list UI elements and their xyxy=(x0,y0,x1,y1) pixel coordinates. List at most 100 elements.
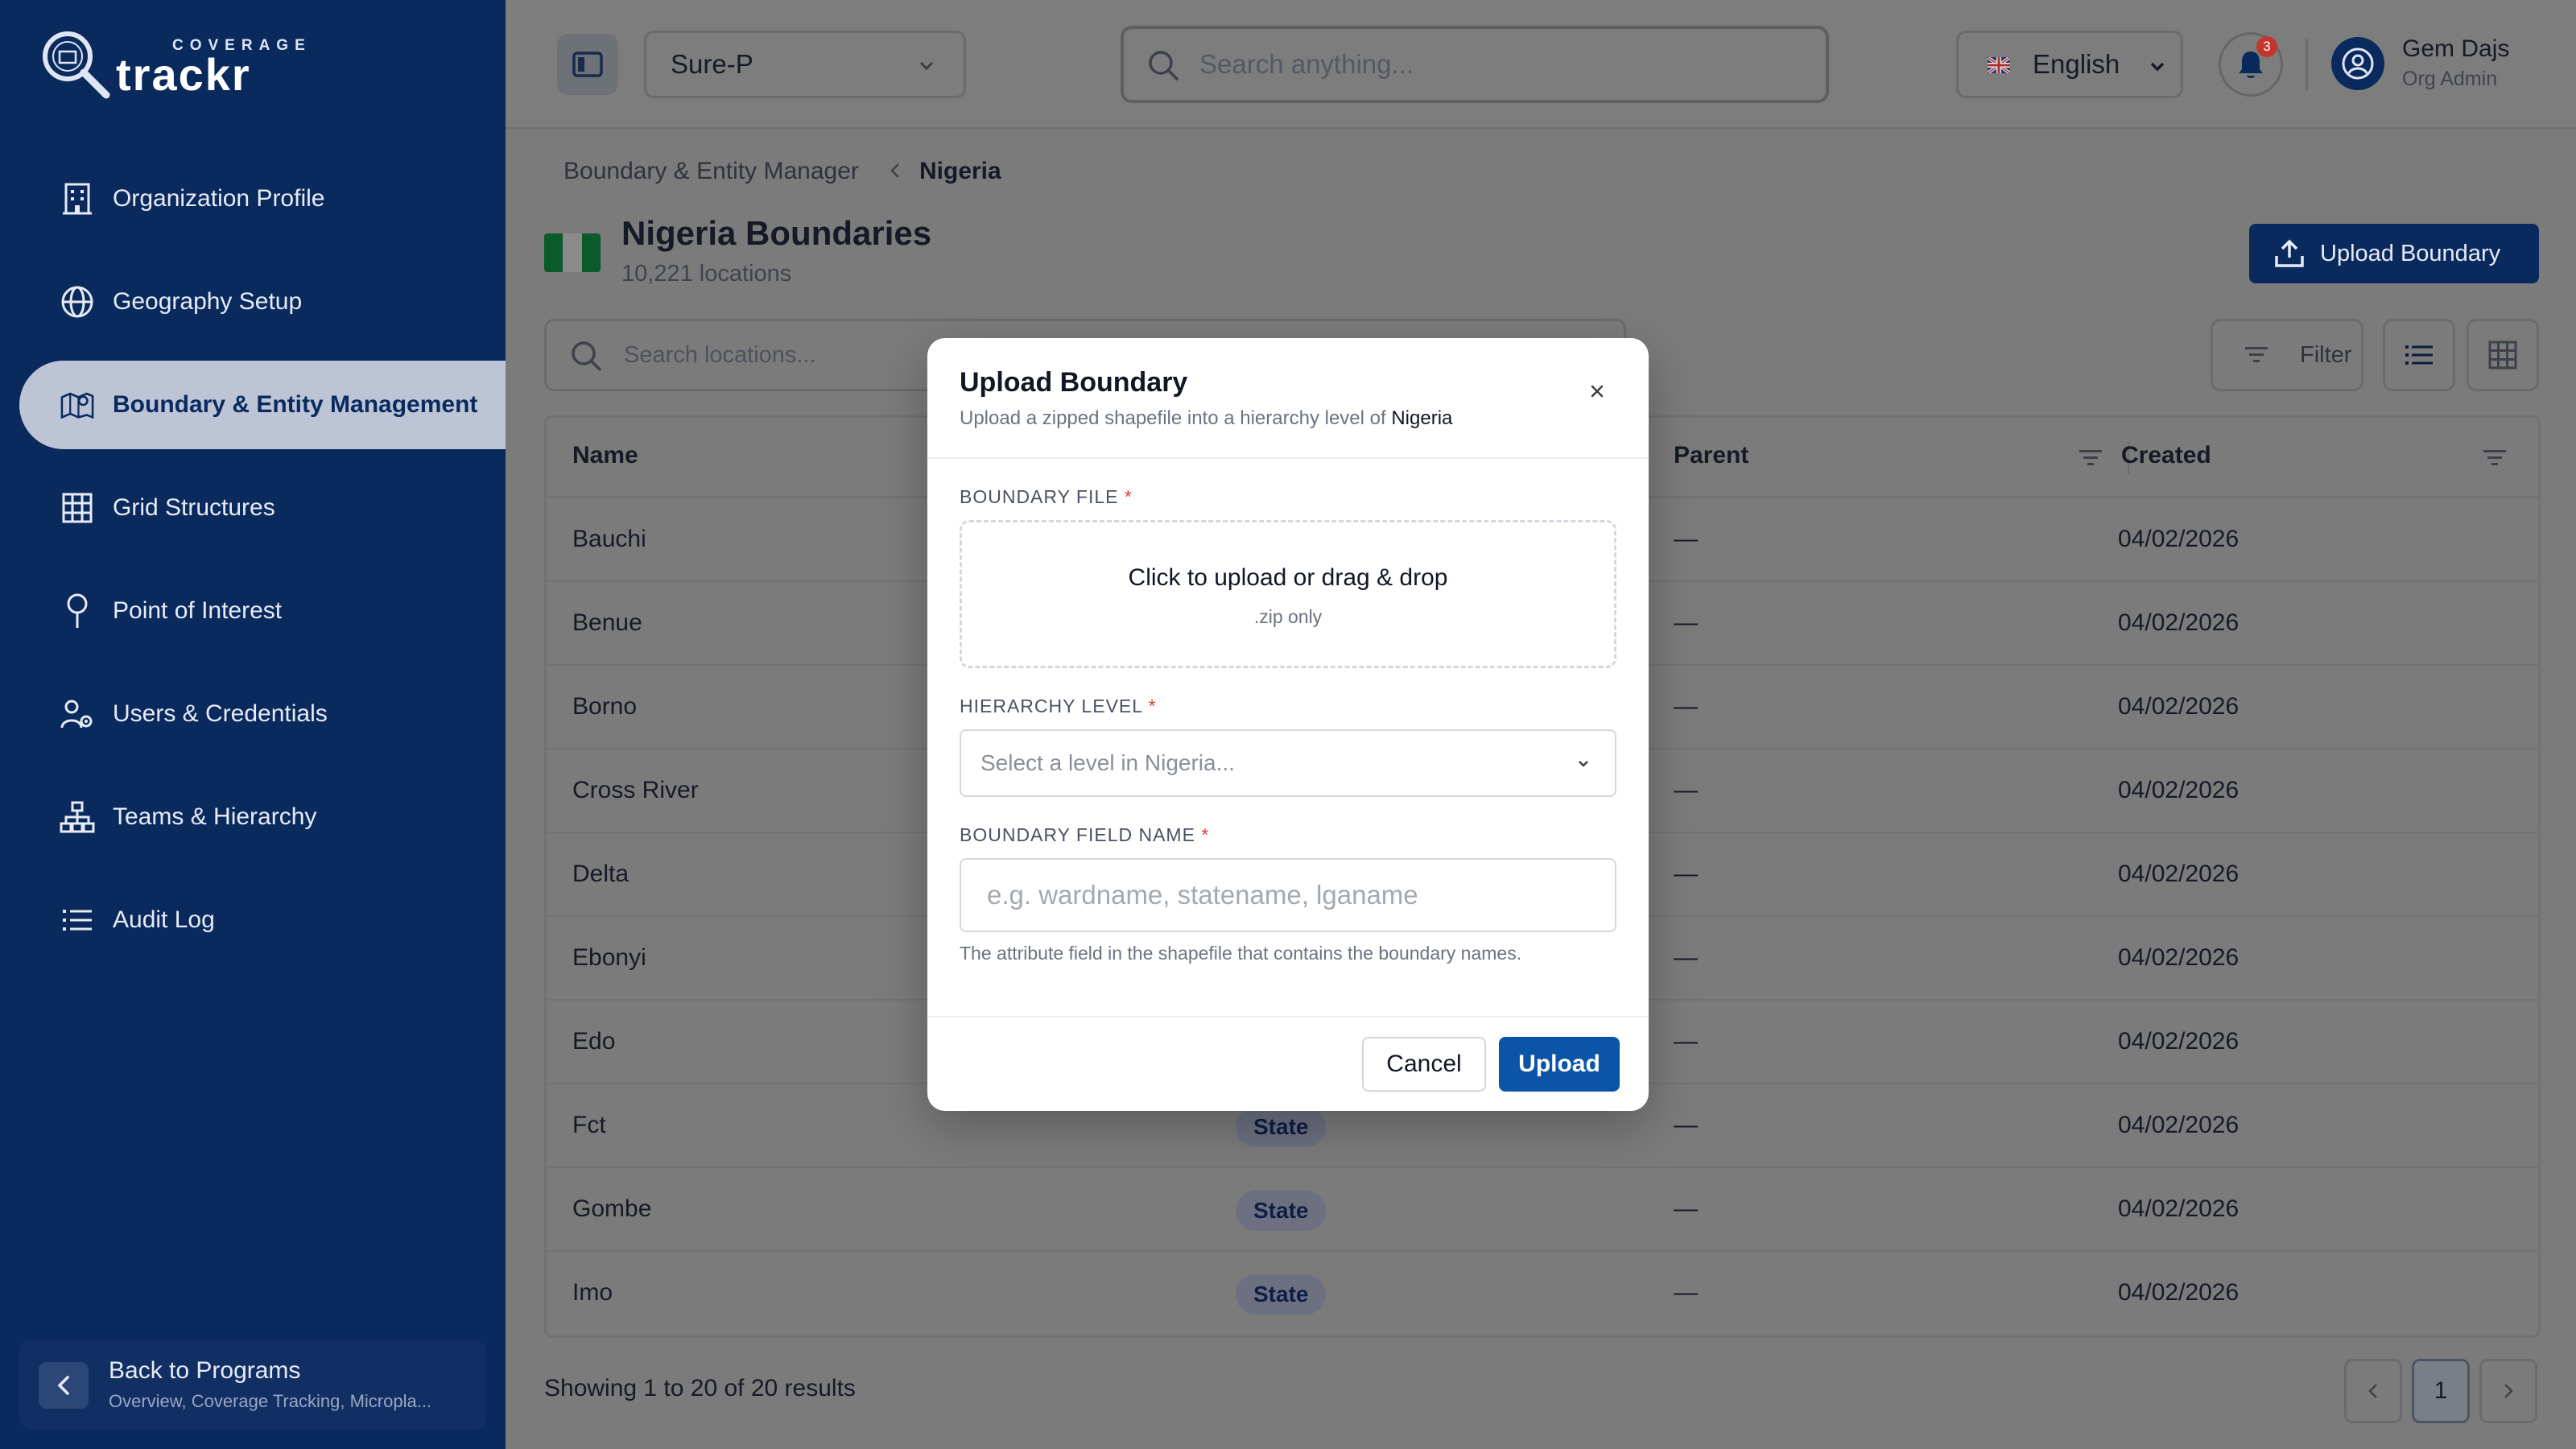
back-to-programs[interactable]: Back to Programs Overview, Coverage Trac… xyxy=(19,1340,486,1430)
column-parent[interactable]: Parent xyxy=(1674,442,1748,469)
upload-icon xyxy=(2275,239,2304,267)
chevron-down-icon xyxy=(919,61,934,71)
language-select[interactable]: English xyxy=(1956,31,2183,98)
sidebar-toggle-button[interactable] xyxy=(557,34,618,95)
cell-name: Edo xyxy=(572,1028,616,1055)
search-icon xyxy=(572,341,601,371)
cell-created: 04/02/2026 xyxy=(2118,777,2240,803)
chevron-left-icon[interactable] xyxy=(39,1362,89,1409)
notifications-button[interactable]: 3 xyxy=(2219,32,2283,97)
cell-name: Bauchi xyxy=(572,526,646,552)
boundary-field-name-input[interactable]: e.g. wardname, statename, lganame xyxy=(960,858,1616,932)
filter-button[interactable]: Filter xyxy=(2211,319,2363,391)
cell-parent: — xyxy=(1674,944,1698,971)
global-search-input[interactable]: Search anything... xyxy=(1121,26,1829,103)
cancel-button[interactable]: Cancel xyxy=(1362,1037,1486,1092)
column-name[interactable]: Name xyxy=(572,442,638,469)
sidebar-item-audit-log[interactable]: Audit Log xyxy=(19,876,506,964)
sidebar-item-label: Audit Log xyxy=(113,906,215,933)
nigeria-flag-icon xyxy=(544,233,601,272)
topbar: Sure-P Search anything... English 3 Gem … xyxy=(506,0,2576,129)
breadcrumb-parent[interactable]: Boundary & Entity Manager xyxy=(564,158,859,185)
sidebar-item-users-credentials[interactable]: Users & Credentials xyxy=(19,670,506,758)
sidebar-item-teams-hierarchy[interactable]: Teams & Hierarchy xyxy=(19,773,506,861)
boundary-field-name-placeholder: e.g. wardname, statename, lganame xyxy=(987,880,1418,910)
sidebar-item-grid-structures[interactable]: Grid Structures xyxy=(19,464,506,552)
map-pin-icon xyxy=(60,387,95,423)
sidebar-item-point-of-interest[interactable]: Point of Interest xyxy=(19,567,506,655)
cell-parent: — xyxy=(1674,1195,1698,1222)
level-badge: State xyxy=(1236,1107,1327,1147)
modal-footer-divider xyxy=(927,1016,1649,1018)
upload-button[interactable]: Upload xyxy=(1499,1037,1620,1092)
brand-logo[interactable]: COVERAGE trackr xyxy=(39,24,305,101)
column-created[interactable]: Created xyxy=(2121,442,2211,469)
hierarchy-level-select[interactable]: Select a level in Nigeria... xyxy=(960,729,1616,797)
boundary-field-name-label: BOUNDARY FIELD NAME * xyxy=(960,824,1209,846)
hierarchy-level-placeholder: Select a level in Nigeria... xyxy=(980,750,1235,775)
avatar[interactable] xyxy=(2331,37,2384,90)
required-mark: * xyxy=(1124,486,1133,507)
list-view-button[interactable] xyxy=(2383,319,2455,391)
topbar-divider xyxy=(2306,39,2308,90)
sidebar-item-label: Boundary & Entity Management xyxy=(113,391,478,418)
cell-name: Benue xyxy=(572,609,642,636)
column-filter-icon[interactable] xyxy=(2482,447,2508,469)
chevron-right-icon xyxy=(2504,1384,2513,1398)
chevron-left-icon xyxy=(890,163,899,178)
users-gear-icon xyxy=(60,696,95,732)
upload-boundary-button[interactable]: Upload Boundary xyxy=(2249,224,2539,283)
sidebar-item-organization-profile[interactable]: Organization Profile xyxy=(19,155,506,243)
boundary-file-dropzone[interactable]: Click to upload or drag & drop .zip only xyxy=(960,520,1616,668)
user-avatar-icon xyxy=(2342,47,2374,80)
cell-created: 04/02/2026 xyxy=(2118,1112,2240,1138)
cell-created: 04/02/2026 xyxy=(2118,944,2240,971)
cell-parent: — xyxy=(1674,777,1698,803)
column-filter-icon[interactable] xyxy=(2078,447,2103,469)
program-select[interactable]: Sure-P xyxy=(644,31,966,98)
sidebar-item-geography-setup[interactable]: Geography Setup xyxy=(19,258,506,346)
chevron-down-icon xyxy=(2150,62,2165,72)
pagination-page-button[interactable]: 1 xyxy=(2412,1359,2470,1423)
pagination-next-button[interactable] xyxy=(2479,1359,2537,1423)
sidebar-item-label: Users & Credentials xyxy=(113,700,328,727)
notification-badge: 3 xyxy=(2256,36,2277,57)
modal-title: Upload Boundary xyxy=(960,367,1188,398)
hierarchy-icon xyxy=(60,799,95,835)
global-search-placeholder: Search anything... xyxy=(1199,49,1414,79)
table-row[interactable]: Imo State — 04/02/2026 xyxy=(547,1252,2538,1335)
chevron-down-icon xyxy=(1579,761,1588,767)
locations-count: 10,221 locations xyxy=(621,261,792,287)
logo-magnifier-icon xyxy=(43,31,110,99)
modal-subtitle: Upload a zipped shapefile into a hierarc… xyxy=(960,407,1452,430)
cell-created: 04/02/2026 xyxy=(2118,609,2240,636)
boundary-field-help: The attribute field in the shapefile tha… xyxy=(960,943,1522,964)
close-button[interactable] xyxy=(1584,378,1610,404)
close-icon xyxy=(1591,385,1604,398)
globe-icon xyxy=(60,284,95,320)
back-title: Back to Programs xyxy=(109,1357,301,1384)
cell-parent: — xyxy=(1674,693,1698,720)
cell-created: 04/02/2026 xyxy=(2118,1195,2240,1222)
grid-icon xyxy=(60,490,95,526)
sidebar-toggle-icon xyxy=(572,52,603,77)
cell-name: Borno xyxy=(572,693,638,720)
cell-parent: — xyxy=(1674,1112,1698,1138)
language-value: English xyxy=(2033,49,2120,79)
table-row[interactable]: Gombe State — 04/02/2026 xyxy=(547,1168,2538,1252)
sidebar-item-boundary-entity-management[interactable]: Boundary & Entity Management xyxy=(19,361,506,449)
cell-parent: — xyxy=(1674,526,1698,552)
pagination-prev-button[interactable] xyxy=(2344,1359,2402,1423)
modal-header-divider xyxy=(927,457,1649,459)
user-name: Gem Dajs xyxy=(2402,35,2510,62)
chevron-left-icon xyxy=(2368,1384,2377,1398)
page-title: Nigeria Boundaries xyxy=(621,214,932,252)
sidebar-item-label: Teams & Hierarchy xyxy=(113,803,317,830)
boundary-field-name-label-text: BOUNDARY FIELD NAME xyxy=(960,824,1195,845)
grid-view-button[interactable] xyxy=(2467,319,2539,391)
pin-icon xyxy=(60,593,95,629)
breadcrumb-current: Nigeria xyxy=(919,158,1001,184)
dropzone-hint: .zip only xyxy=(1253,606,1323,627)
boundary-file-label: BOUNDARY FILE * xyxy=(960,486,1133,508)
program-select-value: Sure-P xyxy=(671,49,753,79)
